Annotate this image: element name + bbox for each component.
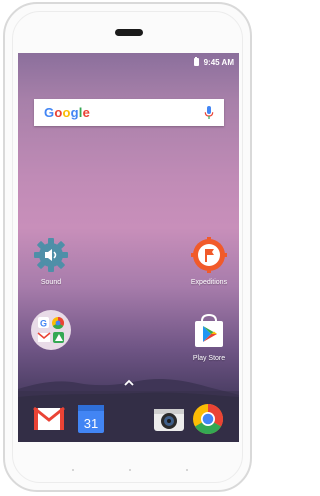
app-label: Sound [40, 279, 62, 286]
chrome-icon[interactable] [192, 403, 224, 435]
earpiece-speaker [115, 29, 143, 36]
app-play-store[interactable]: Play Store [180, 311, 238, 362]
google-search-widget[interactable]: Google [34, 99, 224, 126]
svg-text:G: G [40, 319, 47, 329]
folder-icon: G [31, 310, 71, 350]
google-logo: Google [44, 105, 91, 120]
calendar-icon[interactable]: 31 [75, 403, 107, 435]
status-time: 9:45 AM [203, 57, 234, 67]
expeditions-icon [191, 237, 227, 273]
microphone-icon[interactable] [204, 105, 214, 120]
calendar-day: 31 [84, 416, 98, 431]
app-label: Play Store [192, 355, 226, 362]
app-sound[interactable]: Sound [22, 235, 80, 286]
battery-icon [193, 56, 199, 66]
nav-dot [72, 469, 74, 471]
app-folder[interactable]: G [21, 309, 79, 350]
camera-icon[interactable] [153, 403, 185, 435]
app-expeditions[interactable]: Expeditions [180, 235, 238, 286]
gmail-icon[interactable] [33, 403, 65, 435]
dock: 31 [18, 391, 239, 442]
status-bar: 9:45 AM [193, 56, 234, 68]
home-screen: 9:45 AM Google Sound Expeditions G Play … [18, 53, 239, 442]
nav-dot [186, 469, 188, 471]
gear-icon [34, 238, 68, 272]
play-store-icon [195, 313, 223, 347]
app-label: Expeditions [190, 279, 228, 286]
nav-dot [129, 469, 131, 471]
chevron-up-icon[interactable] [124, 379, 134, 386]
